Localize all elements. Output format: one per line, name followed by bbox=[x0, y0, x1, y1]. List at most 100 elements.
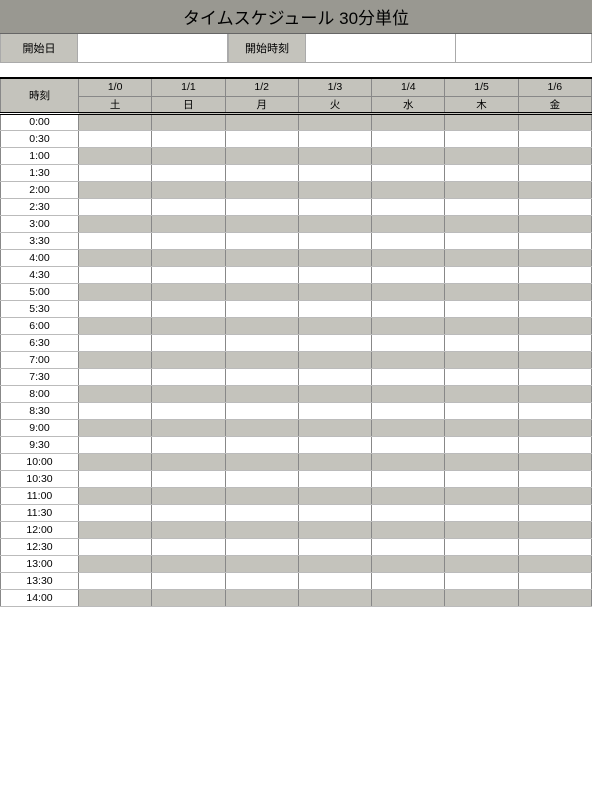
schedule-cell[interactable] bbox=[152, 436, 225, 453]
schedule-cell[interactable] bbox=[372, 589, 445, 606]
schedule-cell[interactable] bbox=[225, 521, 298, 538]
schedule-cell[interactable] bbox=[372, 538, 445, 555]
schedule-cell[interactable] bbox=[372, 555, 445, 572]
schedule-cell[interactable] bbox=[225, 419, 298, 436]
schedule-cell[interactable] bbox=[152, 249, 225, 266]
schedule-cell[interactable] bbox=[225, 130, 298, 147]
schedule-cell[interactable] bbox=[152, 266, 225, 283]
schedule-cell[interactable] bbox=[445, 181, 518, 198]
schedule-cell[interactable] bbox=[518, 572, 591, 589]
schedule-cell[interactable] bbox=[518, 317, 591, 334]
schedule-cell[interactable] bbox=[298, 351, 371, 368]
schedule-cell[interactable] bbox=[152, 130, 225, 147]
schedule-cell[interactable] bbox=[298, 385, 371, 402]
schedule-cell[interactable] bbox=[298, 181, 371, 198]
schedule-cell[interactable] bbox=[518, 453, 591, 470]
schedule-cell[interactable] bbox=[518, 266, 591, 283]
schedule-cell[interactable] bbox=[79, 470, 152, 487]
schedule-cell[interactable] bbox=[225, 589, 298, 606]
schedule-cell[interactable] bbox=[79, 555, 152, 572]
schedule-cell[interactable] bbox=[225, 538, 298, 555]
schedule-cell[interactable] bbox=[152, 317, 225, 334]
schedule-cell[interactable] bbox=[445, 283, 518, 300]
schedule-cell[interactable] bbox=[445, 555, 518, 572]
schedule-cell[interactable] bbox=[225, 334, 298, 351]
schedule-cell[interactable] bbox=[372, 419, 445, 436]
schedule-cell[interactable] bbox=[225, 232, 298, 249]
schedule-cell[interactable] bbox=[445, 232, 518, 249]
schedule-cell[interactable] bbox=[152, 334, 225, 351]
schedule-cell[interactable] bbox=[79, 300, 152, 317]
schedule-cell[interactable] bbox=[225, 487, 298, 504]
schedule-cell[interactable] bbox=[518, 147, 591, 164]
schedule-cell[interactable] bbox=[518, 300, 591, 317]
schedule-cell[interactable] bbox=[518, 589, 591, 606]
schedule-cell[interactable] bbox=[225, 181, 298, 198]
schedule-cell[interactable] bbox=[445, 164, 518, 181]
schedule-cell[interactable] bbox=[445, 419, 518, 436]
schedule-cell[interactable] bbox=[152, 419, 225, 436]
schedule-cell[interactable] bbox=[298, 555, 371, 572]
schedule-cell[interactable] bbox=[298, 538, 371, 555]
schedule-cell[interactable] bbox=[225, 300, 298, 317]
schedule-cell[interactable] bbox=[152, 487, 225, 504]
schedule-cell[interactable] bbox=[79, 266, 152, 283]
schedule-cell[interactable] bbox=[445, 538, 518, 555]
schedule-cell[interactable] bbox=[372, 249, 445, 266]
schedule-cell[interactable] bbox=[298, 470, 371, 487]
schedule-cell[interactable] bbox=[79, 181, 152, 198]
schedule-cell[interactable] bbox=[445, 589, 518, 606]
schedule-cell[interactable] bbox=[152, 113, 225, 130]
schedule-cell[interactable] bbox=[298, 334, 371, 351]
schedule-cell[interactable] bbox=[298, 436, 371, 453]
schedule-cell[interactable] bbox=[445, 436, 518, 453]
schedule-cell[interactable] bbox=[79, 521, 152, 538]
schedule-cell[interactable] bbox=[152, 351, 225, 368]
schedule-cell[interactable] bbox=[445, 215, 518, 232]
schedule-cell[interactable] bbox=[372, 453, 445, 470]
schedule-cell[interactable] bbox=[79, 147, 152, 164]
schedule-cell[interactable] bbox=[79, 317, 152, 334]
schedule-cell[interactable] bbox=[445, 368, 518, 385]
schedule-cell[interactable] bbox=[79, 419, 152, 436]
schedule-cell[interactable] bbox=[298, 368, 371, 385]
schedule-cell[interactable] bbox=[445, 130, 518, 147]
schedule-cell[interactable] bbox=[298, 300, 371, 317]
schedule-cell[interactable] bbox=[79, 198, 152, 215]
schedule-cell[interactable] bbox=[79, 215, 152, 232]
schedule-cell[interactable] bbox=[225, 164, 298, 181]
schedule-cell[interactable] bbox=[372, 232, 445, 249]
schedule-cell[interactable] bbox=[298, 317, 371, 334]
schedule-cell[interactable] bbox=[298, 283, 371, 300]
schedule-cell[interactable] bbox=[152, 385, 225, 402]
schedule-cell[interactable] bbox=[298, 453, 371, 470]
schedule-cell[interactable] bbox=[225, 436, 298, 453]
schedule-cell[interactable] bbox=[79, 368, 152, 385]
schedule-cell[interactable] bbox=[445, 487, 518, 504]
schedule-cell[interactable] bbox=[152, 521, 225, 538]
schedule-cell[interactable] bbox=[225, 283, 298, 300]
schedule-cell[interactable] bbox=[152, 283, 225, 300]
schedule-cell[interactable] bbox=[225, 572, 298, 589]
schedule-cell[interactable] bbox=[225, 555, 298, 572]
schedule-cell[interactable] bbox=[298, 589, 371, 606]
schedule-cell[interactable] bbox=[445, 266, 518, 283]
schedule-cell[interactable] bbox=[372, 334, 445, 351]
schedule-cell[interactable] bbox=[225, 249, 298, 266]
schedule-cell[interactable] bbox=[445, 249, 518, 266]
schedule-cell[interactable] bbox=[518, 283, 591, 300]
schedule-cell[interactable] bbox=[372, 504, 445, 521]
schedule-cell[interactable] bbox=[79, 113, 152, 130]
schedule-cell[interactable] bbox=[152, 181, 225, 198]
schedule-cell[interactable] bbox=[372, 368, 445, 385]
schedule-cell[interactable] bbox=[518, 249, 591, 266]
schedule-cell[interactable] bbox=[372, 130, 445, 147]
schedule-cell[interactable] bbox=[225, 317, 298, 334]
schedule-cell[interactable] bbox=[79, 249, 152, 266]
schedule-cell[interactable] bbox=[518, 521, 591, 538]
schedule-cell[interactable] bbox=[225, 504, 298, 521]
schedule-cell[interactable] bbox=[152, 402, 225, 419]
schedule-cell[interactable] bbox=[445, 470, 518, 487]
schedule-cell[interactable] bbox=[225, 385, 298, 402]
schedule-cell[interactable] bbox=[445, 453, 518, 470]
